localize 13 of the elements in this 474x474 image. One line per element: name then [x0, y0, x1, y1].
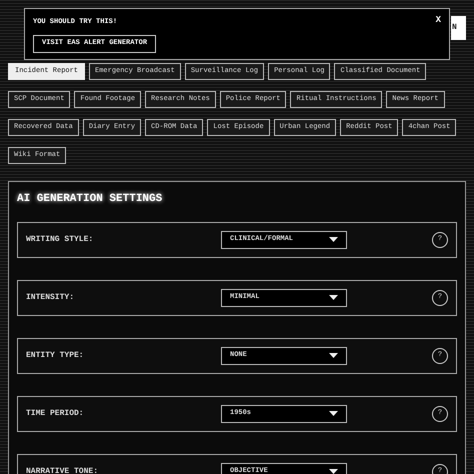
setting-label: TIME PERIOD:	[26, 408, 85, 420]
mobile-mode-button[interactable]: N	[451, 16, 466, 40]
close-button[interactable]: X	[436, 14, 441, 28]
caret-icon	[329, 237, 338, 242]
caret-icon	[329, 295, 338, 300]
setting-label: ENTITY TYPE:	[26, 350, 85, 362]
setting-label: NARRATIVE TONE:	[26, 466, 100, 474]
section-title: AI GENERATION SETTINGS	[17, 192, 164, 207]
caret-icon	[329, 353, 338, 358]
caret-icon	[329, 469, 338, 474]
caret-icon	[329, 411, 338, 416]
setting-label: WRITING STYLE:	[26, 234, 94, 246]
setting-label: INTENSITY:	[26, 292, 76, 304]
